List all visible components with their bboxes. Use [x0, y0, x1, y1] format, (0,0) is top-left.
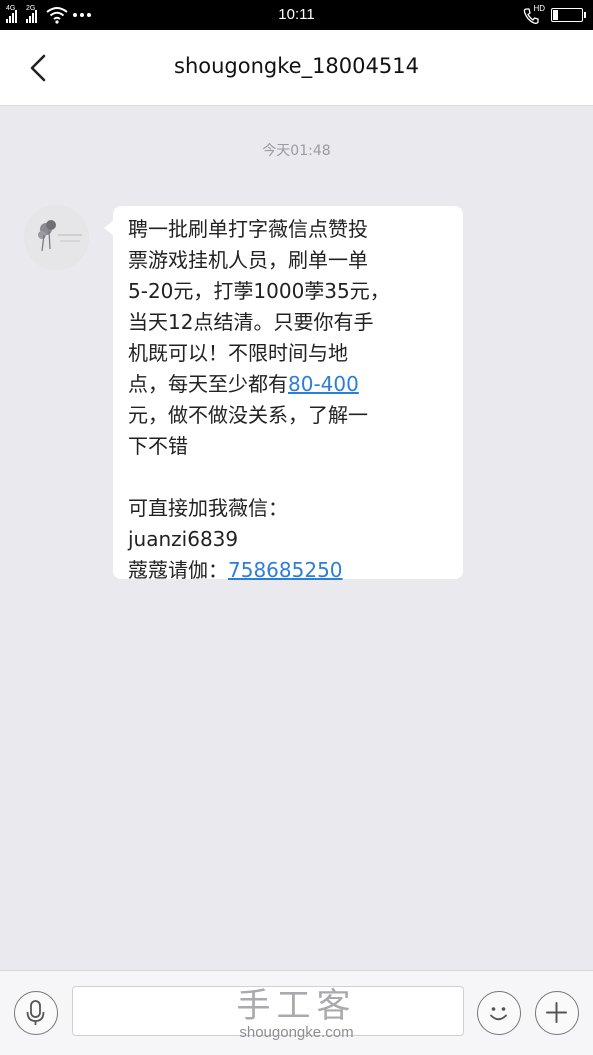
status-right: HD [523, 4, 586, 25]
message-line-with-link: 蔻蔻请伽：758685250 [128, 555, 458, 586]
flower-avatar-icon [24, 205, 89, 270]
emoji-button[interactable] [477, 991, 521, 1035]
message-text: 聘一批刷单打字薇信点赞投 票游戏挂机人员，刷单一单 5-20元，打荸1000荸3… [128, 214, 458, 586]
input-bar [0, 970, 593, 1055]
message-bubble[interactable]: 聘一批刷单打字薇信点赞投 票游戏挂机人员，刷单一单 5-20元，打荸1000荸3… [104, 206, 463, 582]
qq-number-link[interactable]: 758685250 [228, 558, 343, 582]
smiley-icon [490, 1007, 507, 1021]
message-line-text: 点，每天至少都有 [128, 372, 288, 396]
chat-header: shougongke_18004514 [0, 30, 593, 106]
battery-icon [551, 8, 586, 22]
message-line-text: 蔻蔻请伽： [128, 558, 228, 582]
message-line: 5-20元，打荸1000荸35元， [128, 279, 390, 303]
contact-title: shougongke_18004514 [174, 54, 419, 78]
hd-label: HD [533, 4, 545, 13]
voice-button[interactable] [14, 991, 58, 1035]
message-line: 聘一批刷单打字薇信点赞投 [128, 217, 368, 241]
hd-call-icon: HD [523, 4, 545, 25]
message-line-with-link: 点，每天至少都有80-400 [128, 369, 458, 400]
range-link[interactable]: 80-400 [288, 372, 359, 396]
message-input[interactable] [72, 986, 464, 1036]
message-line: 下不错 [128, 434, 188, 458]
bubble-tail [104, 220, 114, 236]
plus-icon [546, 1002, 567, 1023]
message-line: 票游戏挂机人员，刷单一单 [128, 248, 368, 272]
message-line: 可直接加我薇信： [128, 496, 288, 520]
status-time: 10:11 [278, 6, 315, 23]
message-line: 机既可以！不限时间与地 [128, 341, 348, 365]
add-attachment-button[interactable] [535, 991, 579, 1035]
message-line: 当天12点结清。只要你有手 [128, 310, 374, 334]
status-bar: 4G 2G 10:11 HD [0, 0, 593, 30]
message-timestamp: 今天01:48 [262, 143, 331, 159]
microphone-icon [26, 1000, 45, 1025]
avatar[interactable] [24, 205, 89, 270]
message-line: 元，做不做没关系，了解一 [128, 403, 368, 427]
message-line: juanzi6839 [128, 527, 239, 551]
